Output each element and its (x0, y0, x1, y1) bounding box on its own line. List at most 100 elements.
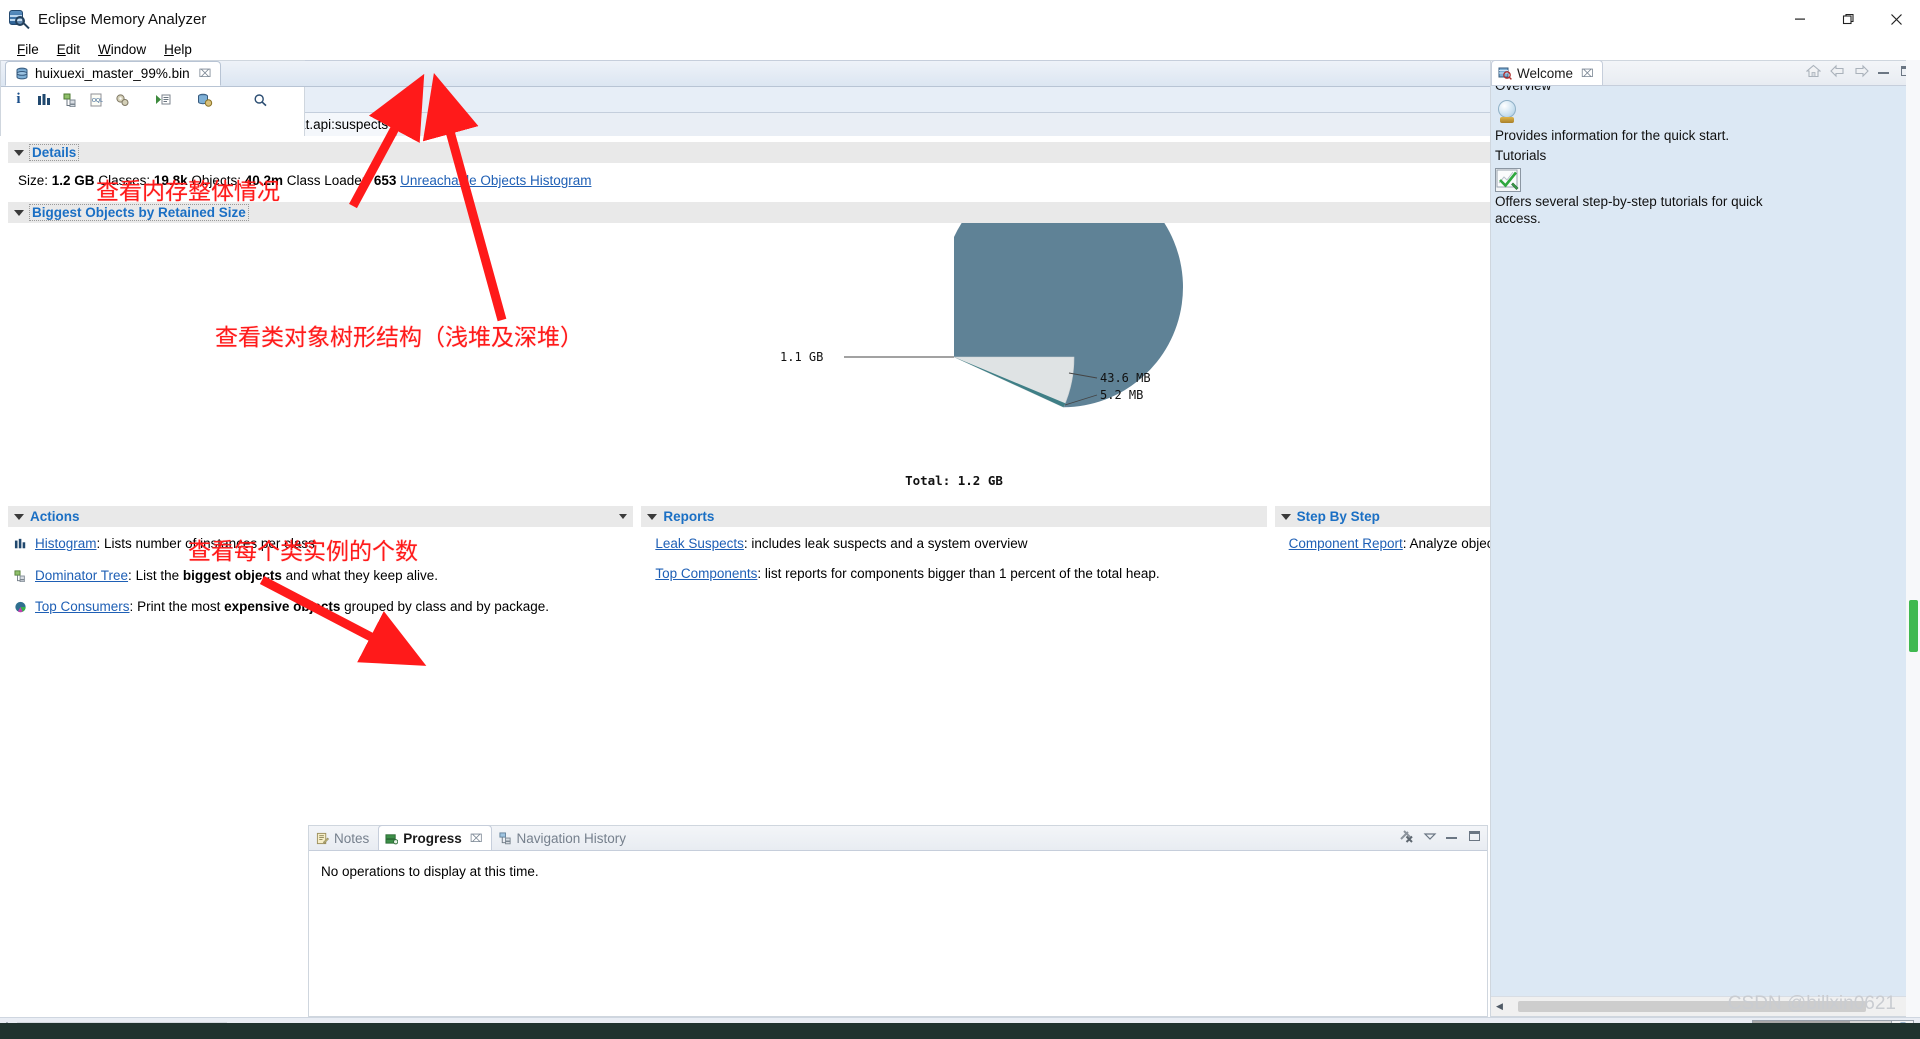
find-icon[interactable] (250, 89, 271, 110)
title-bar: Eclipse Memory Analyzer (0, 0, 1920, 38)
globe-icon[interactable] (1495, 100, 1521, 126)
top-consumers-icon (14, 598, 29, 619)
progress-maximize-icon[interactable] (1469, 829, 1483, 843)
menu-bar: File Edit Window Help (0, 38, 1920, 60)
progress-body: No operations to display at this time. (309, 852, 1487, 1016)
tab-progress[interactable]: Progress ⌧ (378, 825, 492, 850)
welcome-scroll-left-icon[interactable]: ◀ (1491, 998, 1508, 1015)
back-icon[interactable] (1830, 64, 1845, 78)
menu-window[interactable]: Window (89, 40, 155, 59)
tab-welcome[interactable]: Welcome ⌧ (1491, 60, 1603, 85)
overview-info-icon[interactable]: i (8, 89, 29, 110)
progress-minimize-icon[interactable] (1446, 829, 1460, 843)
top-consumers-desc-bold: expensive objects (224, 599, 341, 615)
size-label: Size: (18, 173, 49, 188)
action-dominator-tree: Dominator Tree: List the biggest objects… (14, 567, 629, 588)
unreachable-objects-histogram-link[interactable]: Unreachable Objects Histogram (400, 173, 591, 188)
screen-bottom-strip (0, 1023, 1920, 1039)
oql-icon[interactable]: OQL (86, 89, 107, 110)
notes-tab-label: Notes (334, 830, 370, 846)
dominator-sep: : (128, 567, 136, 583)
menu-edit[interactable]: Edit (48, 40, 89, 59)
progress-message: No operations to display at this time. (321, 864, 539, 879)
biggest-objects-section-title: Biggest Objects by Retained Size (29, 204, 249, 221)
editor-tab-label: huixuexi_master_99%.bin (35, 66, 190, 81)
actions-card-header[interactable]: Actions (8, 506, 634, 527)
progress-tabbar: Notes Progress ⌧ Navigation History (309, 825, 1487, 851)
menu-help[interactable]: Help (155, 40, 201, 59)
tab-notes[interactable]: Notes (309, 825, 378, 850)
app-icon (8, 8, 30, 30)
run-expert-system-test-icon[interactable] (152, 89, 173, 110)
forward-icon[interactable] (1854, 64, 1869, 78)
actions-card-title: Actions (30, 509, 80, 524)
welcome-section-overview: Overview (1491, 86, 1551, 93)
action-top-consumers: Top Consumers: Print the most expensive … (14, 598, 629, 619)
welcome-body: Overview Provides information for the qu… (1491, 86, 1919, 996)
biggest-objects-twisty-icon[interactable] (14, 209, 24, 216)
close-window-button[interactable] (1872, 0, 1920, 38)
note-memory-overview: 查看内存整体情况 (96, 179, 280, 205)
histogram-sep: : (96, 536, 105, 551)
dominator-tree-link[interactable]: Dominator Tree (35, 568, 128, 583)
progress-tab-label: Progress (403, 830, 462, 846)
welcome-overview-text: Provides information for the quick start… (1495, 128, 1730, 143)
histogram-icon[interactable] (34, 89, 55, 110)
tab-heap-dump[interactable]: huixuexi_master_99%.bin ⌧ (5, 61, 222, 86)
open-report-icon[interactable] (194, 89, 215, 110)
dominator-tree-icon[interactable] (60, 89, 81, 110)
window-controls (1776, 0, 1920, 38)
actions-menu-caret-icon[interactable] (619, 514, 628, 519)
welcome-section-tutorials: Tutorials (1491, 148, 1546, 163)
welcome-view: Welcome ⌧ Overview (1490, 60, 1920, 1017)
welcome-minimize-icon[interactable] (1878, 64, 1892, 78)
top-consumers-sep: : (129, 599, 138, 615)
note-class-tree: 查看类对象树形结构（浅堆及深堆） (215, 325, 583, 351)
top-consumers-desc-2: grouped by class and by package. (340, 599, 550, 615)
reports-card-title: Reports (663, 509, 715, 524)
top-components-sep: : (757, 565, 765, 581)
reports-card-header[interactable]: Reports (641, 506, 1267, 527)
step-by-step-twisty-icon[interactable] (1280, 513, 1291, 520)
cancel-all-icon[interactable] (1399, 829, 1414, 843)
card-reports: Reports Leak Suspects: includes leak sus… (641, 506, 1267, 630)
dominator-desc-1: List the (135, 567, 183, 583)
dominator-tree-icon (14, 567, 29, 588)
progress-tab-close-icon[interactable]: ⌧ (470, 832, 483, 845)
reports-twisty-icon[interactable] (647, 513, 658, 520)
leak-suspects-link[interactable]: Leak Suspects (655, 536, 744, 551)
menu-file[interactable]: File (8, 40, 48, 59)
note-instance-count: 查看每个类实例的个数 (188, 539, 418, 565)
pie-label-2: 43.6 MB (1100, 371, 1151, 385)
welcome-tabbar: Welcome ⌧ (1491, 60, 1919, 86)
welcome-tutorials-content: Offers several step-by-step tutorials fo… (1491, 166, 1775, 228)
tutorials-icon[interactable] (1495, 168, 1521, 192)
histogram-link[interactable]: Histogram (35, 536, 97, 551)
query-browser-icon[interactable] (112, 89, 133, 110)
welcome-view-tools (1806, 64, 1915, 78)
pie-total-label: Total: 1.2 GB (905, 473, 1003, 488)
report-top-components: Top Components: list reports for compone… (655, 565, 1262, 584)
classloader-value: 653 (373, 173, 397, 188)
notes-icon (316, 832, 329, 844)
actions-twisty-icon[interactable] (14, 513, 24, 520)
step-by-step-card-title: Step By Step (1296, 509, 1380, 524)
home-icon[interactable] (1806, 64, 1821, 78)
pie-label-1: 1.1 GB (780, 350, 823, 364)
tab-navigation-history[interactable]: Navigation History (492, 825, 636, 850)
navigation-history-tab-label: Navigation History (516, 830, 627, 846)
component-report-link[interactable]: Component Report (1289, 536, 1403, 551)
watermark: CSDN @billxin0621 (1727, 993, 1896, 1014)
minimize-window-button[interactable] (1776, 0, 1824, 38)
view-menu-icon[interactable] (1423, 829, 1437, 843)
dominator-desc-bold: biggest objects (182, 567, 282, 583)
editor-tab-close-icon[interactable]: ⌧ (199, 67, 212, 80)
window-edge-scroll-thumb[interactable] (1909, 600, 1918, 652)
top-components-link[interactable]: Top Components (655, 566, 757, 581)
maximize-window-button[interactable] (1824, 0, 1872, 38)
details-twisty-icon[interactable] (14, 149, 24, 156)
classloader-label: Class Loader: (286, 173, 371, 188)
welcome-tab-close-icon[interactable]: ⌧ (1581, 67, 1594, 80)
window-edge-scrollbar[interactable] (1906, 60, 1920, 1017)
top-consumers-link[interactable]: Top Consumers (35, 599, 130, 614)
